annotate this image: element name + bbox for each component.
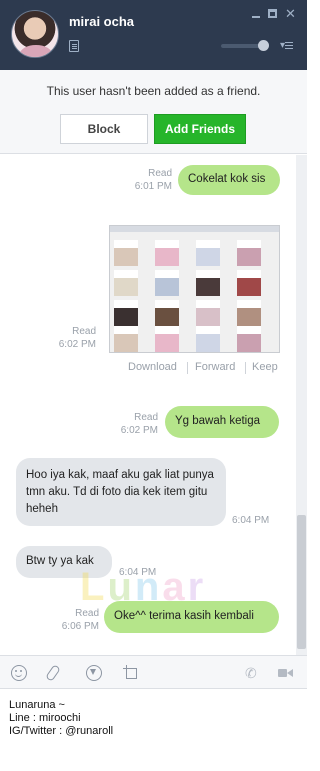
note-icon[interactable] xyxy=(69,40,79,52)
divider xyxy=(187,362,188,374)
attach-icon[interactable] xyxy=(45,664,61,682)
photo-thumbnail xyxy=(155,326,179,352)
photo-thumbnail xyxy=(196,300,220,326)
friend-banner: This user hasn't been added as a friend.… xyxy=(0,70,307,154)
message-meta: Read 6:02 PM xyxy=(114,411,158,437)
chat-area[interactable]: Read 6:01 PM Cokelat kok sis Read 6:02 P… xyxy=(0,155,307,655)
message-meta: Read 6:01 PM xyxy=(128,167,172,193)
volume-fill xyxy=(221,44,264,48)
photo-thumbnail xyxy=(155,300,179,326)
message-time: 6:01 PM xyxy=(134,181,172,192)
photo-thumbnail xyxy=(237,240,261,266)
input-text-line: IG/Twitter : @runaroll xyxy=(9,725,114,737)
my-message-bubble[interactable]: Yg bawah ketiga xyxy=(165,406,279,438)
read-status: Read xyxy=(148,168,172,179)
not-friend-notice: This user hasn't been added as a friend. xyxy=(46,84,261,98)
photo-thumbnail xyxy=(114,300,138,326)
photo-thumbnail xyxy=(237,326,261,352)
read-status: Read xyxy=(75,608,99,619)
message-time: 6:06 PM xyxy=(61,621,99,632)
photo-thumbnail xyxy=(155,240,179,266)
photo-thumbnail xyxy=(237,270,261,296)
menu-icon[interactable]: ▾ xyxy=(280,40,294,51)
input-text-line: Line : miroochi xyxy=(9,712,81,724)
forward-link[interactable]: Forward xyxy=(195,361,235,373)
photo-thumbnail xyxy=(155,270,179,296)
keep-icon[interactable] xyxy=(86,665,102,681)
message-toolbar: ✆ xyxy=(0,655,307,689)
message-time: 6:02 PM xyxy=(120,425,158,436)
emoji-icon[interactable] xyxy=(11,665,27,681)
photo-thumbnail xyxy=(196,270,220,296)
contact-name[interactable]: mirai ocha xyxy=(69,14,134,29)
photo-thumbnail xyxy=(196,240,220,266)
message-time: 6:02 PM xyxy=(58,339,96,350)
message-time: 6:04 PM xyxy=(232,515,270,526)
message-meta: Read 6:02 PM xyxy=(52,325,96,351)
minimize-icon[interactable] xyxy=(251,9,261,19)
watermark-letter: L xyxy=(80,565,108,609)
read-status: Read xyxy=(134,412,158,423)
contact-avatar[interactable] xyxy=(11,10,59,58)
call-icon[interactable]: ✆ xyxy=(245,665,261,681)
photo-thumbnail xyxy=(237,300,261,326)
block-button[interactable]: Block xyxy=(60,114,148,144)
message-meta: Read 6:06 PM xyxy=(55,607,99,633)
avatar-figure xyxy=(20,45,52,57)
maximize-icon[interactable] xyxy=(268,9,277,18)
photo-thumbnail xyxy=(114,270,138,296)
keep-link[interactable]: Keep xyxy=(252,361,278,373)
photo-thumbnail xyxy=(114,326,138,352)
add-friends-button[interactable]: Add Friends xyxy=(154,114,246,144)
read-status: Read xyxy=(72,326,96,337)
photo-thumbnail xyxy=(114,240,138,266)
my-message-bubble[interactable]: Oke^^ terima kasih kembali xyxy=(104,601,279,633)
video-icon[interactable] xyxy=(278,665,294,681)
volume-slider[interactable] xyxy=(221,40,270,51)
their-message-bubble[interactable]: Hoo iya kak, maaf aku gak liat punya tmn… xyxy=(16,458,226,526)
volume-knob[interactable] xyxy=(258,40,270,51)
my-message-bubble[interactable]: Cokelat kok sis xyxy=(178,165,280,195)
divider xyxy=(245,362,246,374)
download-link[interactable]: Download xyxy=(128,361,177,373)
photo-window-bar xyxy=(110,226,279,232)
chat-header: mirai ocha ✕ ▾ xyxy=(0,0,307,70)
shared-photo[interactable] xyxy=(109,225,280,353)
photo-thumbnail xyxy=(196,326,220,352)
chat-scrollbar[interactable] xyxy=(296,155,307,655)
input-text-line: Lunaruna ~ xyxy=(9,699,65,711)
close-icon[interactable]: ✕ xyxy=(285,7,296,20)
scroll-thumb[interactable] xyxy=(297,515,306,649)
message-input[interactable]: Lunaruna ~ Line : miroochi IG/Twitter : … xyxy=(0,690,307,771)
crop-icon[interactable] xyxy=(123,665,139,681)
